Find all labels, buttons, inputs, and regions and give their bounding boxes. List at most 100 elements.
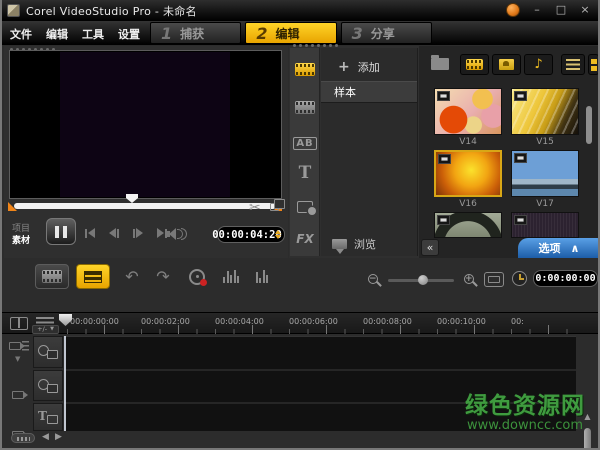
thumbnail-v15[interactable]	[511, 88, 579, 135]
enlarge-preview-icon[interactable]	[270, 199, 285, 211]
next-frame-button[interactable]	[130, 226, 146, 240]
collapse-panel-button[interactable]: «	[421, 239, 439, 256]
nav-transitions-button[interactable]: AB	[290, 130, 320, 156]
thumbnail-v14[interactable]	[434, 88, 502, 135]
track-lanes[interactable]	[64, 336, 576, 431]
video-clip-badge-icon	[514, 215, 527, 225]
title-track-icon: T	[38, 409, 58, 424]
menu-file[interactable]: 文件	[10, 26, 32, 42]
redo-icon: ↷	[156, 267, 170, 286]
zoom-in-button[interactable]: +	[464, 274, 474, 284]
tab-edit[interactable]: 2 编辑	[245, 22, 337, 44]
zoom-out-button[interactable]: −	[368, 274, 378, 284]
thumbnail-partial[interactable]	[511, 212, 579, 238]
scroll-up-icon[interactable]: ▲	[582, 412, 593, 421]
duration-clock-icon[interactable]	[512, 271, 527, 286]
library-nav-strip: AB T FX	[290, 48, 320, 256]
thumbnail-label: V17	[536, 199, 554, 209]
photo-filter-icon	[499, 59, 514, 70]
thumbnail-v16-selected[interactable]	[434, 150, 502, 197]
menu-tools[interactable]: 工具	[82, 26, 104, 42]
track-manager-icon[interactable]	[10, 317, 28, 330]
library-panel: AB T FX + 添加 样本 浏览 ♪ V14 V15 V16 V17 « 选…	[289, 44, 598, 258]
filter-video-button[interactable]	[460, 54, 489, 75]
track-swap-button[interactable]	[11, 433, 35, 443]
nav-instant-project-button[interactable]	[290, 94, 320, 120]
video-track-visibility-icon[interactable]	[9, 341, 29, 352]
timeline-toolbar: ↶ ↷ − + 0:00:00:00	[2, 261, 598, 292]
ruler-label: 00:	[511, 317, 524, 326]
timecode-spinner[interactable]	[275, 230, 281, 239]
thumbnail-label: V14	[459, 137, 477, 147]
nav-graphics-button[interactable]	[290, 194, 320, 220]
record-reel-icon	[189, 268, 207, 286]
add-category-button[interactable]: + 添加	[321, 56, 417, 78]
overlay-track-header[interactable]	[33, 370, 63, 401]
add-remove-track-button[interactable]: +/- ▼	[32, 325, 59, 334]
menu-edit[interactable]: 编辑	[46, 26, 68, 42]
previous-frame-button[interactable]	[106, 226, 122, 240]
home-button[interactable]	[82, 226, 98, 240]
list-view-button[interactable]	[561, 54, 585, 75]
thumbnail-v17[interactable]	[511, 150, 579, 197]
auto-music-button[interactable]	[214, 264, 248, 289]
dropdown-arrow-icon: ▼	[50, 326, 54, 332]
timeline-vertical-scrollbar[interactable]: ▲ ▼	[580, 412, 595, 448]
zoom-slider-knob[interactable]	[418, 275, 428, 285]
scrollbar-thumb[interactable]	[584, 428, 591, 448]
chevron-up-icon: ∧	[570, 241, 580, 255]
close-button[interactable]: ×	[578, 3, 592, 17]
redo-button[interactable]: ↷	[146, 264, 180, 289]
filter-audio-button[interactable]: ♪	[524, 54, 553, 75]
trim-start-handle-icon[interactable]	[8, 202, 17, 211]
preview-video-screen	[9, 50, 282, 199]
record-capture-button[interactable]	[180, 264, 214, 289]
timeline-ruler[interactable]: 00:00:00:00 00:00:02:00 00:00:04:00 00:0…	[2, 312, 598, 335]
storyboard-icon	[42, 270, 62, 283]
video-clip-badge-icon	[437, 215, 450, 225]
overlay-track-visibility-icon[interactable]	[12, 391, 28, 399]
filter-photo-button[interactable]	[492, 54, 521, 75]
sound-mixer-button[interactable]	[245, 264, 279, 289]
video-track-header[interactable]	[33, 336, 63, 368]
timeline-tracks: ▼ T ◀ ▶ ▲ ▼	[2, 336, 598, 448]
gallery-scrollbar[interactable]	[586, 106, 592, 144]
video-clip-badge-icon	[438, 154, 451, 164]
corel-guide-icon[interactable]	[506, 3, 520, 17]
clip-mode-label[interactable]: 素材	[12, 233, 30, 246]
scroll-left-button[interactable]: ◀	[42, 432, 49, 442]
options-button[interactable]: 选项 ∧	[518, 238, 598, 258]
minimize-button[interactable]: –	[530, 3, 544, 17]
nav-titles-button[interactable]: T	[290, 160, 320, 186]
fit-to-window-button[interactable]	[484, 272, 504, 287]
maximize-button[interactable]: □	[554, 3, 568, 17]
nav-filters-button[interactable]: FX	[290, 226, 320, 252]
timeline-timecode-field[interactable]: 0:00:00:00	[533, 270, 598, 287]
play-pause-button[interactable]	[46, 218, 76, 245]
browse-button[interactable]: 浏览	[321, 234, 417, 254]
undo-button[interactable]: ↶	[115, 264, 149, 289]
thumbnail-partial[interactable]	[434, 212, 502, 238]
scroll-right-button[interactable]: ▶	[55, 432, 62, 442]
trim-bar[interactable]	[14, 203, 276, 209]
app-logo-icon	[7, 4, 20, 17]
sort-view-button[interactable]	[588, 54, 598, 75]
window-title: Corel VideoStudio Pro - 未命名	[26, 4, 197, 18]
tab-share[interactable]: 3 分享	[340, 22, 432, 44]
timeline-section: ↶ ↷ − + 0:00:00:00 00:00:00:00 00:00:02:…	[2, 258, 598, 448]
title-track-header[interactable]: T	[33, 403, 63, 431]
menu-settings[interactable]: 设置	[118, 26, 140, 42]
storyboard-view-button[interactable]	[35, 264, 69, 289]
pause-icon	[55, 225, 59, 238]
category-sample[interactable]: 样本	[321, 81, 417, 103]
tab-capture[interactable]: 1 捕获	[150, 22, 242, 44]
preview-timecode-field[interactable]: 00:00:04:20	[212, 226, 285, 243]
track-expand-arrow-icon[interactable]: ▼	[15, 355, 20, 363]
folder-icon[interactable]	[431, 55, 449, 70]
nav-media-button[interactable]	[290, 56, 320, 82]
audio-wave-icon	[223, 270, 239, 283]
timeline-view-button[interactable]	[76, 264, 110, 289]
volume-icon[interactable]	[166, 228, 187, 240]
ruler-scale[interactable]: 00:00:00:00 00:00:02:00 00:00:04:00 00:0…	[64, 313, 576, 335]
split-clip-scissors-icon[interactable]: ✂	[249, 200, 261, 216]
